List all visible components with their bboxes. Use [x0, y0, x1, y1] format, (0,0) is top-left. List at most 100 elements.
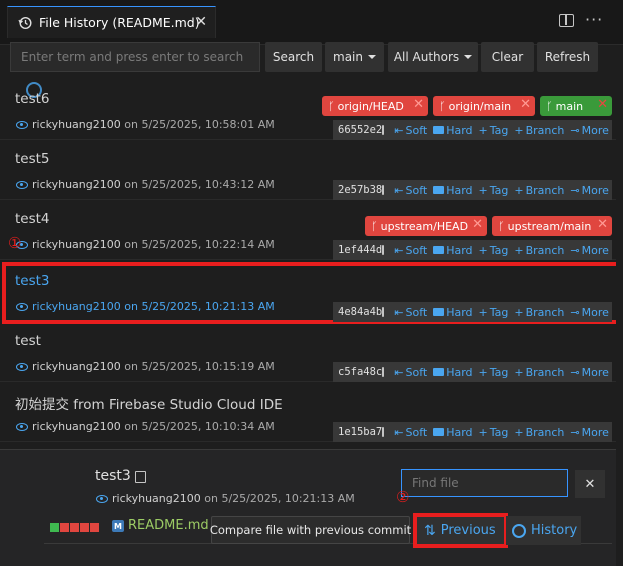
history-icon	[18, 16, 32, 29]
plus-icon: +	[478, 425, 488, 439]
soft-reset-button[interactable]: ⇤ Soft	[394, 124, 427, 137]
close-icon[interactable]: ✕	[472, 217, 483, 232]
commit-meta: rickyhuang2100 on 5/25/2025, 10:15:19 AM	[16, 360, 275, 373]
copy-icon[interactable]	[382, 245, 385, 255]
copy-icon[interactable]	[382, 307, 385, 317]
commit-hash[interactable]: 1ef444d	[338, 244, 382, 256]
add-tag-button[interactable]: + Tag	[479, 306, 509, 319]
commit-meta: rickyhuang2100 on 5/25/2025, 10:43:12 AM	[16, 178, 275, 191]
ref-badge[interactable]: ᚴ main ✕	[540, 96, 612, 116]
add-branch-button[interactable]: + Branch	[514, 184, 564, 197]
search-button[interactable]: Search	[265, 42, 322, 72]
ref-badge[interactable]: ᚴ upstream/HEAD ✕	[365, 216, 487, 236]
commit-hash[interactable]: c5fa48c	[338, 366, 382, 378]
commit-hash[interactable]: 2e57b38	[338, 184, 382, 196]
history-button[interactable]: History	[506, 516, 581, 545]
reset-icon: ⇤	[394, 425, 404, 439]
plus-icon: +	[514, 425, 524, 439]
more-button[interactable]: ⊸ More	[570, 426, 609, 439]
clear-find-button[interactable]: ✕	[575, 470, 605, 498]
authors-dropdown[interactable]: All Authors	[388, 42, 478, 72]
branch-icon: ᚴ	[546, 99, 553, 113]
branch-icon: ᚴ	[498, 219, 505, 233]
soft-reset-button[interactable]: ⇤ Soft	[394, 366, 427, 379]
close-icon[interactable]: ✕	[195, 13, 207, 31]
more-button[interactable]: ⊸ More	[570, 244, 609, 257]
more-button[interactable]: ⊸ More	[570, 124, 609, 137]
close-icon[interactable]: ✕	[520, 97, 531, 112]
eye-icon[interactable]	[16, 121, 28, 129]
commit-hash[interactable]: 4e84a4b	[338, 306, 382, 318]
branch-icon: ᚴ	[328, 99, 335, 113]
commit-meta: rickyhuang2100 on 5/25/2025, 10:58:01 AM	[16, 118, 275, 131]
soft-reset-button[interactable]: ⇤ Soft	[394, 184, 427, 197]
ref-badge[interactable]: ᚴ origin/main ✕	[433, 96, 535, 116]
chevron-down-icon	[367, 55, 376, 59]
add-tag-button[interactable]: + Tag	[479, 244, 509, 257]
tab-title: File History (README.md)	[39, 15, 200, 30]
commit-row[interactable]: 初始提交 from Firebase Studio Cloud IDE rick…	[0, 384, 616, 442]
add-tag-button[interactable]: + Tag	[479, 426, 509, 439]
copy-icon[interactable]	[135, 471, 146, 483]
hard-reset-button[interactable]: Hard	[433, 184, 473, 197]
commit-title: 初始提交 from Firebase Studio Cloud IDE	[15, 397, 283, 413]
scrollbar[interactable]	[616, 74, 623, 566]
hard-reset-button[interactable]: Hard	[433, 124, 473, 137]
commit-row[interactable]: test rickyhuang2100 on 5/25/2025, 10:15:…	[0, 324, 616, 382]
clear-button[interactable]: Clear	[481, 42, 534, 72]
reset-icon: ⇤	[394, 183, 404, 197]
commit-row-selected[interactable]: test3 rickyhuang2100 on 5/25/2025, 10:21…	[2, 262, 620, 324]
hard-reset-button[interactable]: Hard	[433, 366, 473, 379]
close-icon[interactable]: ✕	[597, 97, 608, 112]
more-actions-icon[interactable]: ···	[585, 10, 603, 29]
ref-badge[interactable]: ᚴ origin/HEAD ✕	[322, 96, 428, 116]
eye-icon[interactable]	[16, 303, 28, 311]
ref-badge[interactable]: ᚴ upstream/main ✕	[492, 216, 612, 236]
more-button[interactable]: ⊸ More	[570, 184, 609, 197]
eye-icon[interactable]	[16, 423, 28, 431]
folder-icon	[433, 428, 445, 436]
more-button[interactable]: ⊸ More	[570, 366, 609, 379]
commit-row[interactable]: test4 rickyhuang2100 on 5/25/2025, 10:22…	[0, 202, 616, 260]
branch-dropdown[interactable]: main	[325, 42, 384, 72]
add-branch-button[interactable]: + Branch	[514, 366, 564, 379]
plus-icon: +	[478, 243, 488, 257]
add-branch-button[interactable]: + Branch	[514, 124, 564, 137]
split-editor-icon[interactable]	[559, 14, 574, 27]
hard-reset-button[interactable]: Hard	[433, 426, 473, 439]
refresh-button[interactable]: Refresh	[537, 42, 598, 72]
hard-reset-button[interactable]: Hard	[433, 244, 473, 257]
copy-icon[interactable]	[382, 125, 385, 135]
eye-icon[interactable]	[16, 181, 28, 189]
add-branch-button[interactable]: + Branch	[514, 306, 564, 319]
copy-icon[interactable]	[382, 367, 385, 377]
close-icon[interactable]: ✕	[597, 217, 608, 232]
add-branch-button[interactable]: + Branch	[514, 426, 564, 439]
soft-reset-button[interactable]: ⇤ Soft	[394, 426, 427, 439]
commit-hash[interactable]: 1e15ba7	[338, 426, 382, 438]
commit-hash[interactable]: 66552e2	[338, 124, 382, 136]
eye-icon[interactable]	[16, 363, 28, 371]
soft-reset-button[interactable]: ⇤ Soft	[394, 306, 427, 319]
commit-row[interactable]: test6 rickyhuang2100 on 5/25/2025, 10:58…	[0, 82, 616, 140]
diffstat-removed	[70, 523, 79, 532]
previous-button[interactable]: ⇅ Previous	[413, 513, 508, 548]
add-tag-button[interactable]: + Tag	[479, 184, 509, 197]
commit-row[interactable]: test5 rickyhuang2100 on 5/25/2025, 10:43…	[0, 142, 616, 200]
tab-file-history[interactable]: File History (README.md) ✕	[7, 6, 216, 38]
add-branch-button[interactable]: + Branch	[514, 244, 564, 257]
add-tag-button[interactable]: + Tag	[479, 124, 509, 137]
soft-reset-button[interactable]: ⇤ Soft	[394, 244, 427, 257]
file-name[interactable]: README.md	[128, 518, 209, 533]
plus-icon: +	[514, 365, 524, 379]
close-icon[interactable]: ✕	[413, 97, 424, 112]
plus-icon: +	[514, 243, 524, 257]
more-button[interactable]: ⊸ More	[570, 306, 609, 319]
hard-reset-button[interactable]: Hard	[433, 306, 473, 319]
search-input[interactable]	[10, 42, 260, 72]
copy-icon[interactable]	[382, 427, 385, 437]
eye-icon[interactable]	[96, 495, 108, 503]
add-tag-button[interactable]: + Tag	[479, 366, 509, 379]
copy-icon[interactable]	[382, 185, 385, 195]
find-file-input[interactable]	[401, 469, 568, 497]
